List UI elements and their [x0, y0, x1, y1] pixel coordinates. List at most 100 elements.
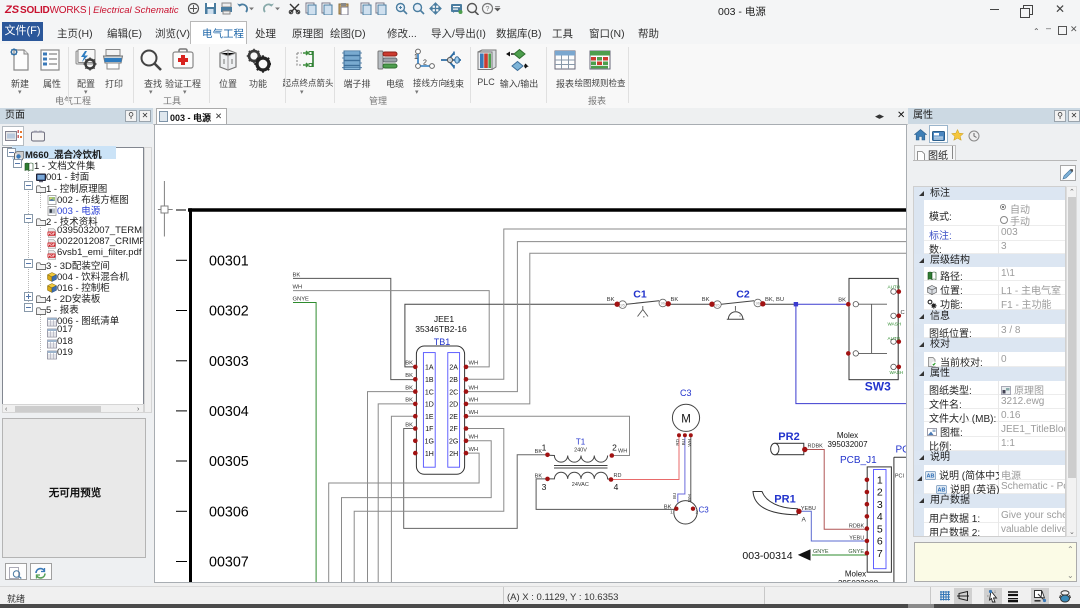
svg-text:2C: 2C [449, 389, 458, 396]
svg-text:RDBK: RDBK [808, 444, 824, 450]
svg-text:1C: 1C [425, 389, 434, 396]
svg-text:BK: BK [664, 504, 672, 510]
svg-text:1: 1 [877, 475, 883, 487]
svg-text:?: ? [486, 6, 490, 13]
svg-text:WASH: WASH [888, 322, 902, 327]
svg-text:BK: BK [405, 398, 413, 404]
svg-text:3: 3 [542, 482, 547, 492]
svg-text:BK: BK [535, 473, 543, 479]
svg-text:395032008: 395032008 [838, 579, 879, 582]
svg-text:1: 1 [414, 54, 418, 61]
svg-text:95: 95 [620, 302, 625, 307]
svg-text:YEBU: YEBU [849, 536, 864, 542]
svg-text:6: 6 [877, 536, 883, 548]
svg-text:00305: 00305 [209, 454, 249, 470]
svg-text:WH: WH [469, 435, 479, 441]
svg-text:2H: 2H [449, 451, 458, 458]
svg-text:00304: 00304 [209, 404, 249, 420]
svg-text:00306: 00306 [209, 504, 249, 520]
svg-text:BK: BK [535, 449, 543, 455]
svg-text:BK, BU: BK, BU [765, 297, 784, 303]
svg-text:AB: AB [927, 473, 935, 479]
svg-text:2G: 2G [449, 439, 458, 446]
svg-text:240V: 240V [574, 447, 587, 453]
svg-text:GNYE: GNYE [848, 549, 864, 555]
svg-text:BU: BU [681, 439, 686, 445]
svg-text:4: 4 [877, 511, 883, 523]
svg-text:SW3: SW3 [865, 379, 891, 393]
svg-text:WH: WH [687, 439, 692, 447]
svg-text:C3: C3 [680, 388, 692, 398]
svg-text:BK: BK [405, 373, 413, 379]
svg-text:TB1: TB1 [434, 337, 451, 347]
svg-text:AUTO: AUTO [888, 284, 901, 289]
svg-text:395032007: 395032007 [827, 440, 868, 449]
svg-text:JEE1: JEE1 [434, 314, 455, 324]
svg-text:WH: WH [469, 447, 479, 453]
svg-text:2E: 2E [449, 414, 458, 421]
svg-text:2F: 2F [450, 426, 458, 433]
svg-text:C: C [901, 310, 905, 316]
svg-text:GNYE: GNYE [813, 549, 829, 555]
svg-text:BK: BK [607, 297, 615, 303]
svg-text:1D: 1D [425, 402, 434, 409]
svg-text:C2: C2 [736, 288, 750, 300]
svg-text:2B: 2B [449, 377, 458, 384]
svg-text:96: 96 [756, 301, 761, 306]
svg-text:WH: WH [293, 285, 303, 291]
svg-text:24VAC: 24VAC [572, 482, 589, 488]
svg-text:RD: RD [675, 438, 680, 445]
svg-text:96: 96 [661, 301, 666, 306]
svg-text:PR2: PR2 [778, 431, 799, 443]
svg-text:5: 5 [877, 523, 883, 535]
svg-text:PR1: PR1 [774, 494, 795, 506]
svg-text:00303: 00303 [209, 354, 249, 370]
svg-text:BK: BK [838, 297, 846, 303]
svg-text:WH: WH [469, 398, 479, 404]
svg-text:C1: C1 [633, 288, 647, 300]
svg-text:T1: T1 [576, 437, 586, 446]
svg-text:00302: 00302 [209, 304, 249, 320]
svg-text:1: 1 [542, 442, 547, 452]
svg-text:WH: WH [618, 449, 627, 455]
svg-text:WH: WH [469, 361, 479, 367]
svg-text:BK: BK [405, 361, 413, 367]
svg-text:Molex: Molex [837, 431, 858, 440]
svg-text:3: 3 [877, 499, 883, 511]
svg-text:BK: BK [405, 422, 413, 428]
svg-text:2: 2 [423, 60, 427, 67]
svg-text:PC: PC [896, 445, 907, 456]
svg-text:WH: WH [469, 385, 479, 391]
svg-text:1: 1 [670, 510, 673, 516]
svg-text:BK: BK [293, 272, 301, 278]
svg-text:1E: 1E [425, 414, 434, 421]
svg-text:2A: 2A [449, 365, 458, 372]
svg-text:BU: BU [672, 493, 677, 499]
svg-text:4: 4 [614, 482, 619, 492]
svg-text:2D: 2D [449, 402, 458, 409]
svg-text:2: 2 [612, 442, 617, 452]
svg-text:1G: 1G [425, 439, 434, 446]
svg-text:PCB_J1: PCB_J1 [840, 455, 877, 466]
svg-text:GNYE: GNYE [293, 297, 310, 303]
svg-text:7: 7 [877, 548, 883, 560]
svg-text:Molex: Molex [845, 570, 866, 579]
svg-text:1F: 1F [425, 426, 433, 433]
svg-text:RD: RD [614, 473, 622, 479]
svg-text:BK: BK [702, 297, 710, 303]
svg-text:RDBK: RDBK [849, 523, 865, 529]
svg-text:00301: 00301 [209, 253, 249, 269]
svg-text:1H: 1H [425, 451, 434, 458]
svg-text:A: A [802, 517, 807, 524]
svg-text:WASH: WASH [890, 370, 904, 375]
svg-text:35346TB2-16: 35346TB2-16 [415, 324, 467, 334]
svg-text:2: 2 [877, 487, 883, 499]
svg-text:95: 95 [715, 302, 720, 307]
svg-text:00307: 00307 [209, 555, 249, 571]
svg-text:WH: WH [469, 410, 479, 416]
svg-text:1B: 1B [425, 377, 434, 384]
svg-text:BK: BK [671, 297, 679, 303]
svg-text:WH: WH [687, 494, 692, 502]
svg-text:M: M [681, 413, 691, 425]
svg-text:003-00314: 003-00314 [742, 550, 792, 562]
